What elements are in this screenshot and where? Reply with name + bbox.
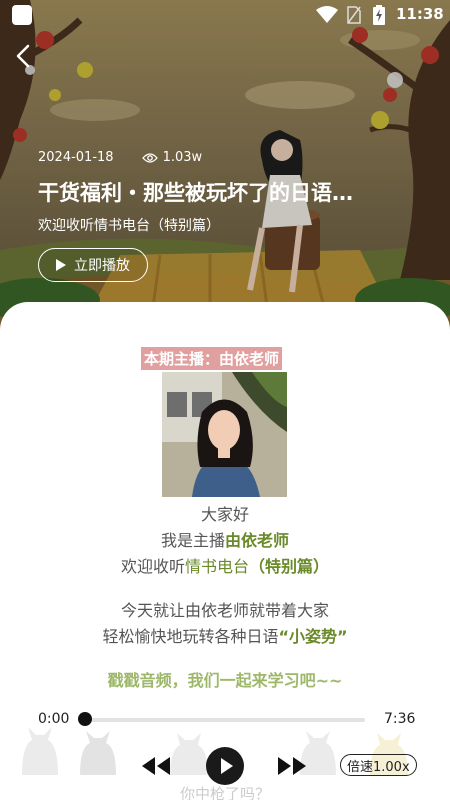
- fast-forward-icon: [278, 757, 306, 775]
- line-easy: 轻松愉快地玩转各种日语“小姿势”: [102, 627, 348, 646]
- line-faded: 戳戳音频，我们一起来学习吧~~: [107, 671, 343, 690]
- audio-player: 0:00 7:36 倍速1.00x 你中枪了吗？: [0, 695, 450, 800]
- play-pause-button[interactable]: [206, 747, 244, 785]
- wifi-icon: [316, 6, 338, 23]
- no-sim-icon: [347, 6, 361, 24]
- views-count: 1.03w: [162, 150, 203, 165]
- episode-views: 1.03w: [141, 150, 203, 165]
- progress-track[interactable]: [85, 718, 365, 722]
- episode-title: 干货福利・那些被玩坏了的日语…: [38, 181, 353, 205]
- progress-thumb[interactable]: [78, 712, 92, 726]
- rewind-button[interactable]: [140, 755, 172, 777]
- line-greeting: 大家好: [200, 505, 249, 524]
- rewind-icon: [142, 757, 170, 775]
- episode-meta: 2024-01-18 1.03w: [38, 150, 202, 165]
- back-button[interactable]: [12, 42, 36, 70]
- host-tag: 本期主播：由依老师: [141, 347, 283, 370]
- line-host: 我是主播由依老师: [160, 531, 290, 550]
- battery-charging-icon: [373, 5, 385, 25]
- play-icon: [221, 758, 233, 774]
- eye-icon: [141, 152, 158, 163]
- status-time: 11:38: [396, 5, 444, 23]
- article-body: 大家好 我是主播由依老师 欢迎收听情书电台（特别篇） 今天就让由依老师就带着大家…: [0, 502, 450, 694]
- play-now-button[interactable]: 立即播放: [38, 248, 148, 282]
- episode-date: 2024-01-18: [38, 150, 114, 165]
- play-icon: [56, 259, 66, 271]
- fast-forward-button[interactable]: [276, 755, 308, 777]
- host-photo: [162, 372, 287, 497]
- line-today: 今天就让由依老师就带着大家: [120, 601, 329, 620]
- episode-cover-header: 11:38 2024-01-18 1.03w 干货福利・那些被玩坏了的日语… 欢…: [0, 0, 450, 330]
- play-now-label: 立即播放: [74, 258, 130, 274]
- total-time: 7:36: [384, 711, 416, 727]
- status-bar: 11:38: [0, 0, 450, 30]
- line-bottom-hint: 你中枪了吗？: [179, 785, 270, 800]
- chevron-left-icon: [16, 44, 30, 68]
- line-welcome: 欢迎收听情书电台（特别篇）: [120, 557, 330, 576]
- app-icon: [12, 5, 32, 25]
- playback-speed-button[interactable]: 倍速1.00x: [340, 754, 417, 776]
- current-time: 0:00: [38, 711, 70, 727]
- episode-subtitle: 欢迎收听情书电台（特别篇）: [38, 218, 220, 234]
